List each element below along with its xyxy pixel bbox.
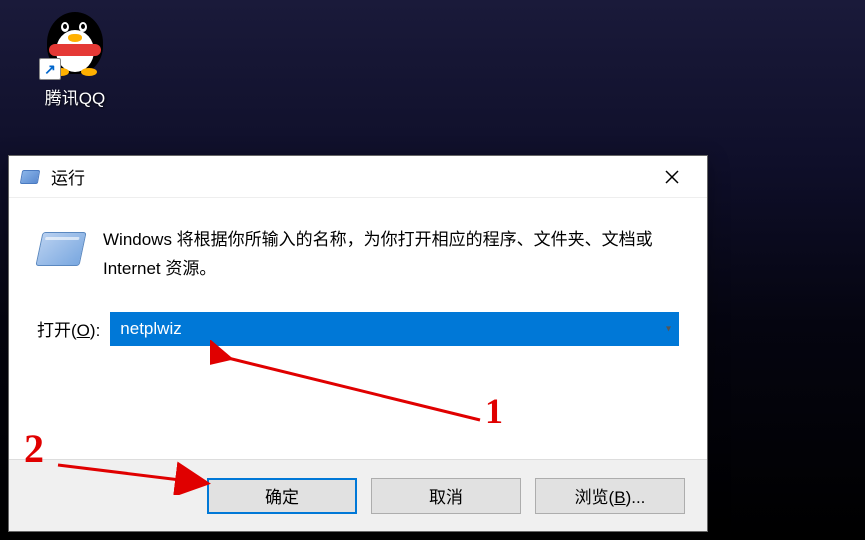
browse-button[interactable]: 浏览(B)... [535, 478, 685, 514]
run-dialog: 运行 Windows 将根据你所输入的名称，为你打开相应的程序、文件夹、文档或 … [8, 155, 708, 532]
command-combobox[interactable]: ▾ [110, 312, 679, 346]
shortcut-arrow-icon: ↗ [39, 58, 61, 80]
run-dialog-icon [21, 167, 41, 187]
dialog-title: 运行 [51, 164, 649, 189]
cancel-button[interactable]: 取消 [371, 478, 521, 514]
close-icon [665, 170, 679, 184]
open-label: 打开(O): [37, 316, 100, 341]
qq-desktop-shortcut[interactable]: ↗ 腾讯QQ [30, 8, 120, 109]
close-button[interactable] [649, 161, 695, 193]
info-text: Windows 将根据你所输入的名称，为你打开相应的程序、文件夹、文档或 Int… [103, 226, 679, 284]
button-row: 确定 取消 浏览(B)... [9, 459, 707, 531]
command-input[interactable] [110, 312, 679, 346]
qq-penguin-icon: ↗ [39, 8, 111, 80]
run-large-icon [37, 230, 85, 270]
ok-button[interactable]: 确定 [207, 478, 357, 514]
dialog-body: Windows 将根据你所输入的名称，为你打开相应的程序、文件夹、文档或 Int… [9, 198, 707, 346]
desktop-icon-label: 腾讯QQ [30, 84, 120, 109]
titlebar[interactable]: 运行 [9, 156, 707, 198]
